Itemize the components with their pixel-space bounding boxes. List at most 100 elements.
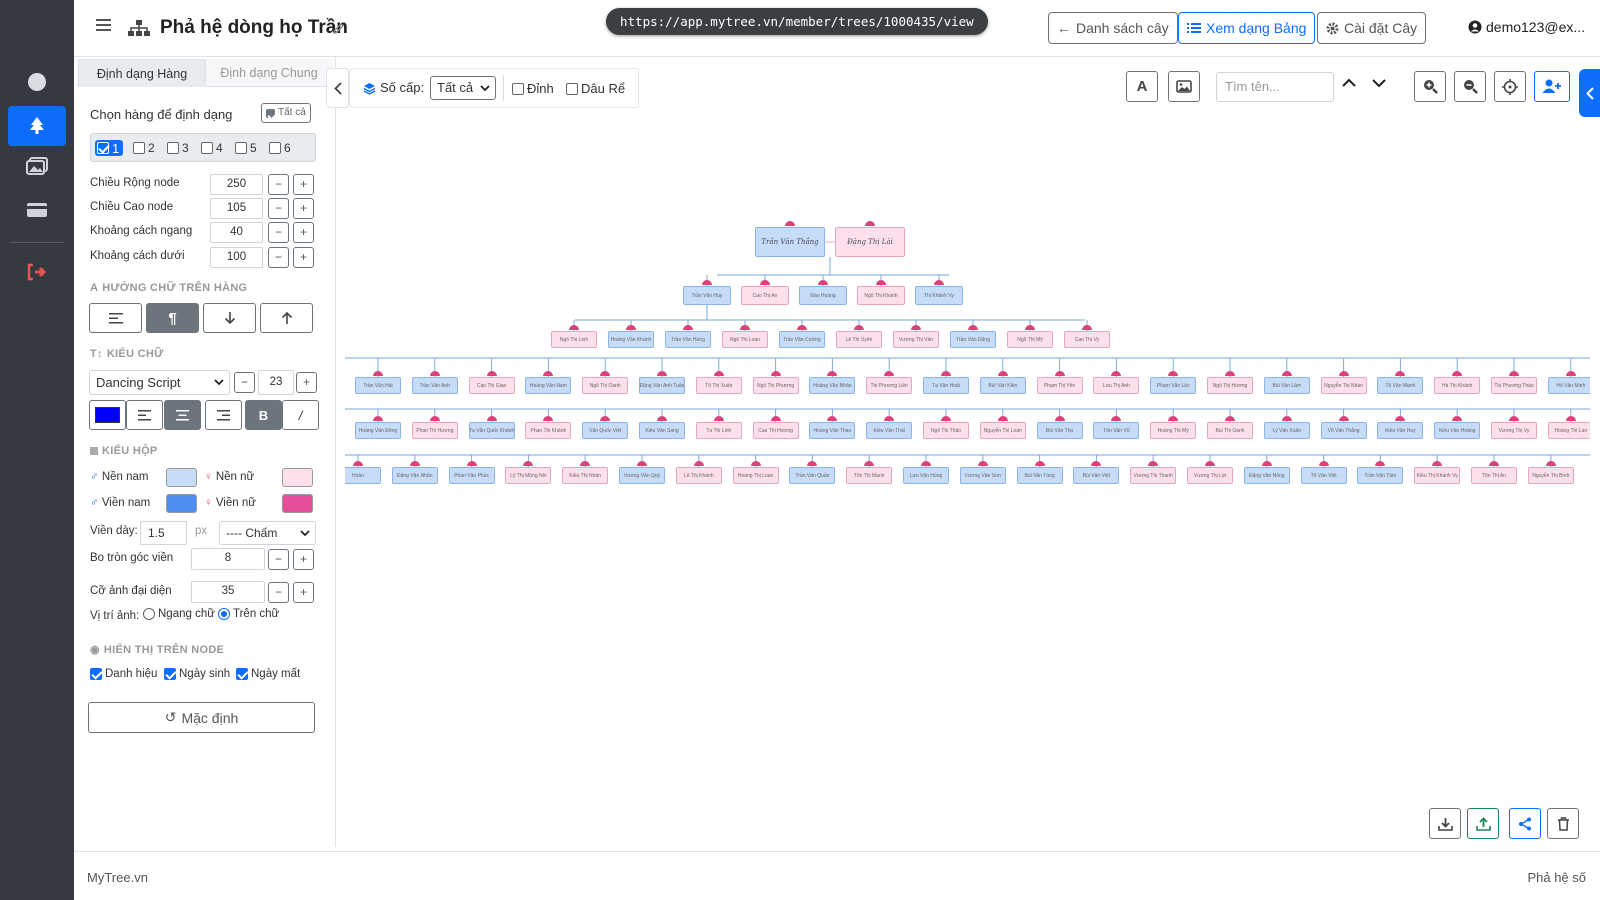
text-align-left-button[interactable] — [126, 400, 163, 430]
show-title-checkbox[interactable]: Danh hiệu — [90, 668, 157, 680]
tree-node[interactable]: Vương Thị Vân — [893, 331, 939, 348]
tree-node[interactable]: Hoàng Thị Lan — [1547, 422, 1590, 439]
tree-node[interactable]: Phan Thị Khánh — [525, 422, 572, 439]
tree-node[interactable]: Kiều Thị Nhàn — [562, 467, 609, 484]
tree-node[interactable]: Hoàng Văn Khánh — [608, 331, 654, 348]
border-style-select[interactable]: ---- Chấm — [219, 521, 316, 545]
tree-node[interactable]: Trần Văn Tâm — [1357, 467, 1404, 484]
tree-node[interactable]: Ngô Thị Phương — [752, 377, 799, 394]
tree-node[interactable]: Hoàng Văn Nhân — [809, 377, 856, 394]
v-gap-minus[interactable]: − — [268, 247, 289, 268]
tree-node[interactable]: Tôn Thị An — [1471, 467, 1517, 484]
tree-node[interactable]: Trần Văn Hùng — [665, 331, 711, 348]
tree-node[interactable]: Trần Văn Quân — [789, 467, 836, 484]
h-gap-input[interactable]: 40 — [210, 222, 263, 243]
tree-node[interactable]: Hoàng Văn Nam — [525, 377, 572, 394]
tree-node[interactable]: Trần Văn Hải — [355, 377, 401, 394]
tree-node[interactable]: Bùi Văn Việt — [1073, 467, 1120, 484]
tree-node[interactable]: Đặng Văn Anh Tuấn — [639, 377, 685, 394]
image-toggle-button[interactable] — [1168, 71, 1200, 102]
font-size-plus[interactable]: + — [296, 372, 317, 393]
avatar-size-minus[interactable]: − — [268, 582, 289, 603]
tree-node[interactable]: Phạm Thị Yến — [1036, 377, 1083, 394]
rail-billing[interactable] — [8, 190, 66, 230]
tree-node[interactable]: Ngô Thị Loan — [722, 331, 768, 348]
tab-row-format[interactable]: Định dạng Hàng — [78, 59, 206, 87]
in-law-checkbox[interactable]: Dâu Rể — [566, 81, 625, 96]
tree-node[interactable]: Thi Khánh Vy — [915, 286, 963, 305]
border-width-input[interactable]: 1.5 — [140, 521, 187, 545]
tree-node[interactable]: Bùi Văn Lâm — [1263, 377, 1310, 394]
tab-general-format[interactable]: Định dạng Chung — [206, 59, 332, 87]
table-view-button[interactable]: Xem dạng Bảng — [1178, 12, 1316, 44]
tree-node[interactable]: Cao Thị An — [741, 286, 789, 305]
font-color-picker[interactable] — [89, 400, 126, 430]
rail-home[interactable] — [8, 62, 66, 102]
add-member-button[interactable] — [1534, 71, 1570, 102]
tree-node[interactable]: Bùi Thị Oanh — [1207, 422, 1253, 439]
tree-settings-button[interactable]: Cài đặt Cây — [1317, 12, 1427, 44]
tree-node[interactable]: Tạ Văn Quốc Khánh — [468, 422, 515, 439]
tree-node[interactable]: Ngô Thị Hương — [1207, 377, 1253, 394]
tree-node[interactable]: Ngô Thị Linh — [551, 331, 597, 348]
upload-button[interactable] — [1467, 808, 1499, 839]
female-bg-swatch[interactable] — [282, 468, 313, 487]
show-death-checkbox[interactable]: Ngày mất — [236, 668, 300, 680]
tree-node[interactable]: Trần Văn Huy — [683, 286, 731, 305]
chevron-up-icon[interactable] — [1342, 78, 1356, 88]
avatar-size-plus[interactable]: + — [293, 582, 314, 603]
tree-node[interactable]: Nguyễn Thị Loan — [979, 422, 1026, 439]
node-width-minus[interactable]: − — [268, 174, 289, 195]
font-size-input[interactable]: 23 — [258, 370, 294, 395]
tree-node[interactable]: Thị Phương Thảo — [1491, 377, 1537, 394]
tree-node[interactable]: Tô Văn Việt — [1300, 467, 1347, 484]
direction-horizontal-button[interactable] — [89, 303, 142, 333]
tree-node[interactable]: Kiều Văn Huy — [1377, 422, 1424, 439]
tree-node[interactable]: Đặng Thị Lài — [835, 227, 905, 257]
tree-node[interactable]: Hoàng Văn Thao — [809, 422, 856, 439]
tree-node[interactable]: Kiều Văn Hoàng — [1434, 422, 1481, 439]
tree-node[interactable]: Hoàn — [345, 467, 381, 484]
chevron-down-icon[interactable] — [1372, 78, 1386, 88]
tree-node[interactable]: Phạm Văn Lộc — [1150, 377, 1197, 394]
node-width-plus[interactable]: + — [293, 174, 314, 195]
tree-node[interactable]: Vương Thị Lợi — [1187, 467, 1233, 484]
border-radius-input[interactable]: 8 — [191, 548, 265, 570]
tree-node[interactable]: Trần Văn Thắng — [755, 227, 825, 257]
tree-node[interactable]: Bùi Văn Tùng — [1016, 467, 1063, 484]
row-checkbox-6[interactable]: 6 — [269, 141, 291, 155]
tree-node[interactable]: Lê Thị Khánh — [675, 467, 722, 484]
v-gap-plus[interactable]: + — [293, 247, 314, 268]
node-height-minus[interactable]: − — [268, 198, 289, 219]
tree-node[interactable]: Đặng Văn Nhân — [391, 467, 438, 484]
tree-node[interactable]: Tô Văn Mạnh — [1377, 377, 1424, 394]
tree-node[interactable]: Lưu Văn Hùng — [903, 467, 949, 484]
show-birth-checkbox[interactable]: Ngày sinh — [164, 668, 230, 680]
tree-node[interactable]: Tôn Thị Mạnh — [846, 467, 893, 484]
tree-node[interactable]: Lý Thị Mộng Nhi — [505, 467, 552, 484]
tree-node[interactable]: Ngô Thị Mỹ — [1007, 331, 1053, 348]
tree-node[interactable]: Trần Văn Dũng — [950, 331, 996, 348]
female-border-swatch[interactable] — [282, 494, 313, 513]
tree-node[interactable]: Hồ Văn Minh — [1547, 377, 1590, 394]
text-align-center-button[interactable] — [164, 400, 201, 430]
avatar-size-input[interactable]: 35 — [191, 581, 265, 603]
row-checkbox-3[interactable]: 3 — [167, 141, 189, 155]
select-all-rows-button[interactable]: Tất cả — [261, 103, 311, 123]
row-checkbox-4[interactable]: 4 — [201, 141, 223, 155]
tree-node[interactable]: Hoàng Thị Loan — [732, 467, 779, 484]
tree-node[interactable]: Thị Phương Liên — [866, 377, 913, 394]
tree-node[interactable]: Nguyễn Thị Bình — [1527, 467, 1574, 484]
tree-node[interactable]: Hoàng Thị Mỹ — [1150, 422, 1197, 439]
tree-node[interactable]: Hà Thị Khánh — [1434, 377, 1481, 394]
zoom-in-button[interactable] — [1414, 71, 1446, 102]
h-gap-plus[interactable]: + — [293, 222, 314, 243]
tree-node[interactable]: Lê Thị Uyên — [836, 331, 882, 348]
direction-up-button[interactable] — [260, 303, 313, 333]
tree-node[interactable]: Tôn Văn Vũ — [1093, 422, 1140, 439]
rail-logout[interactable] — [8, 252, 66, 292]
tree-node[interactable]: Đặng Văn Nông — [1243, 467, 1290, 484]
tree-node[interactable]: Tạ Thị Linh — [695, 422, 742, 439]
node-height-input[interactable]: 105 — [210, 198, 263, 219]
tree-node[interactable]: Phan Văn Phúc — [448, 467, 495, 484]
